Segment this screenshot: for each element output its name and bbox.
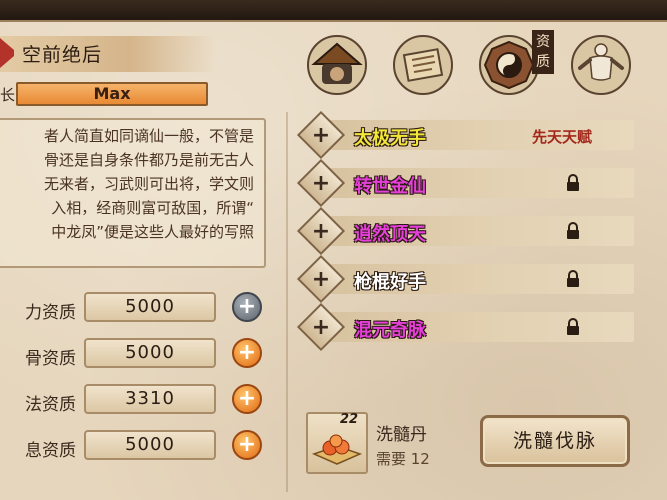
bar-label: 长 <box>0 86 16 104</box>
attr-value: 5000 <box>84 292 216 322</box>
plus-icon: + <box>237 386 257 411</box>
tab-equipment[interactable] <box>306 34 368 96</box>
item-name: 洗髓丹 <box>376 425 427 445</box>
plus-icon: + <box>311 170 331 196</box>
tab-aptitude[interactable] <box>478 34 540 96</box>
lock-icon <box>567 318 579 335</box>
bagua-icon <box>479 35 539 95</box>
description-text: 者人简直如同谪仙一般，不管是 骨还是自身条件都乃是前无古人 无来者，习武则可出将… <box>43 127 254 241</box>
tab-badge-aptitude: 资质 <box>532 30 554 74</box>
tab-scroll[interactable] <box>392 34 454 96</box>
top-strip <box>0 0 667 22</box>
item-slot[interactable] <box>306 412 368 474</box>
attr-value: 3310 <box>84 384 216 414</box>
plus-icon: + <box>311 218 331 244</box>
talent-tag: 先天天赋 <box>532 128 593 146</box>
scroll-icon <box>393 35 453 95</box>
lock-icon <box>567 174 579 191</box>
talent-row[interactable]: + 枪棍好手 <box>296 254 634 304</box>
attr-value: 5000 <box>84 430 216 460</box>
lock-icon <box>567 270 579 287</box>
talent-row[interactable]: + 逍然顶天 <box>296 206 634 256</box>
talent-name: 枪棍好手 <box>354 272 426 293</box>
growth-bar: Max <box>16 82 208 106</box>
attr-label: 法资质 <box>25 395 76 415</box>
plus-icon: + <box>237 294 257 319</box>
talent-name: 混元奇脉 <box>354 320 426 341</box>
add-attr-button[interactable]: + <box>232 430 262 460</box>
talent-row[interactable]: + 混元奇脉 <box>296 302 634 352</box>
item-count: 22 <box>340 412 359 427</box>
add-attr-button[interactable]: + <box>232 384 262 414</box>
attr-value: 5000 <box>84 338 216 368</box>
talent-row[interactable]: + 太极无手 先天天赋 <box>296 110 634 160</box>
tab-body[interactable] <box>570 34 632 96</box>
plus-icon: + <box>311 266 331 292</box>
add-attr-button[interactable]: + <box>232 292 262 322</box>
talent-name: 逍然顶天 <box>354 224 426 245</box>
plus-icon: + <box>237 340 257 365</box>
add-attr-button[interactable]: + <box>232 338 262 368</box>
plus-icon: + <box>311 314 331 340</box>
martial-artist-icon <box>571 35 631 95</box>
talent-name: 太极无手 <box>354 128 426 149</box>
swordsman-hat-icon <box>307 35 367 95</box>
attr-label: 力资质 <box>25 303 76 323</box>
lock-icon <box>567 222 579 239</box>
divider <box>286 112 288 492</box>
attr-label: 骨资质 <box>25 349 76 369</box>
refine-button[interactable]: 洗髓伐脉 <box>480 415 630 467</box>
plus-icon: + <box>311 122 331 148</box>
talent-row[interactable]: + 转世金仙 <box>296 158 634 208</box>
item-need: 需要 12 <box>376 450 430 468</box>
talent-name: 转世金仙 <box>354 176 426 197</box>
plus-icon: + <box>237 432 257 457</box>
attr-label: 息资质 <box>25 441 76 461</box>
page-title: 空前绝后 <box>22 44 103 66</box>
